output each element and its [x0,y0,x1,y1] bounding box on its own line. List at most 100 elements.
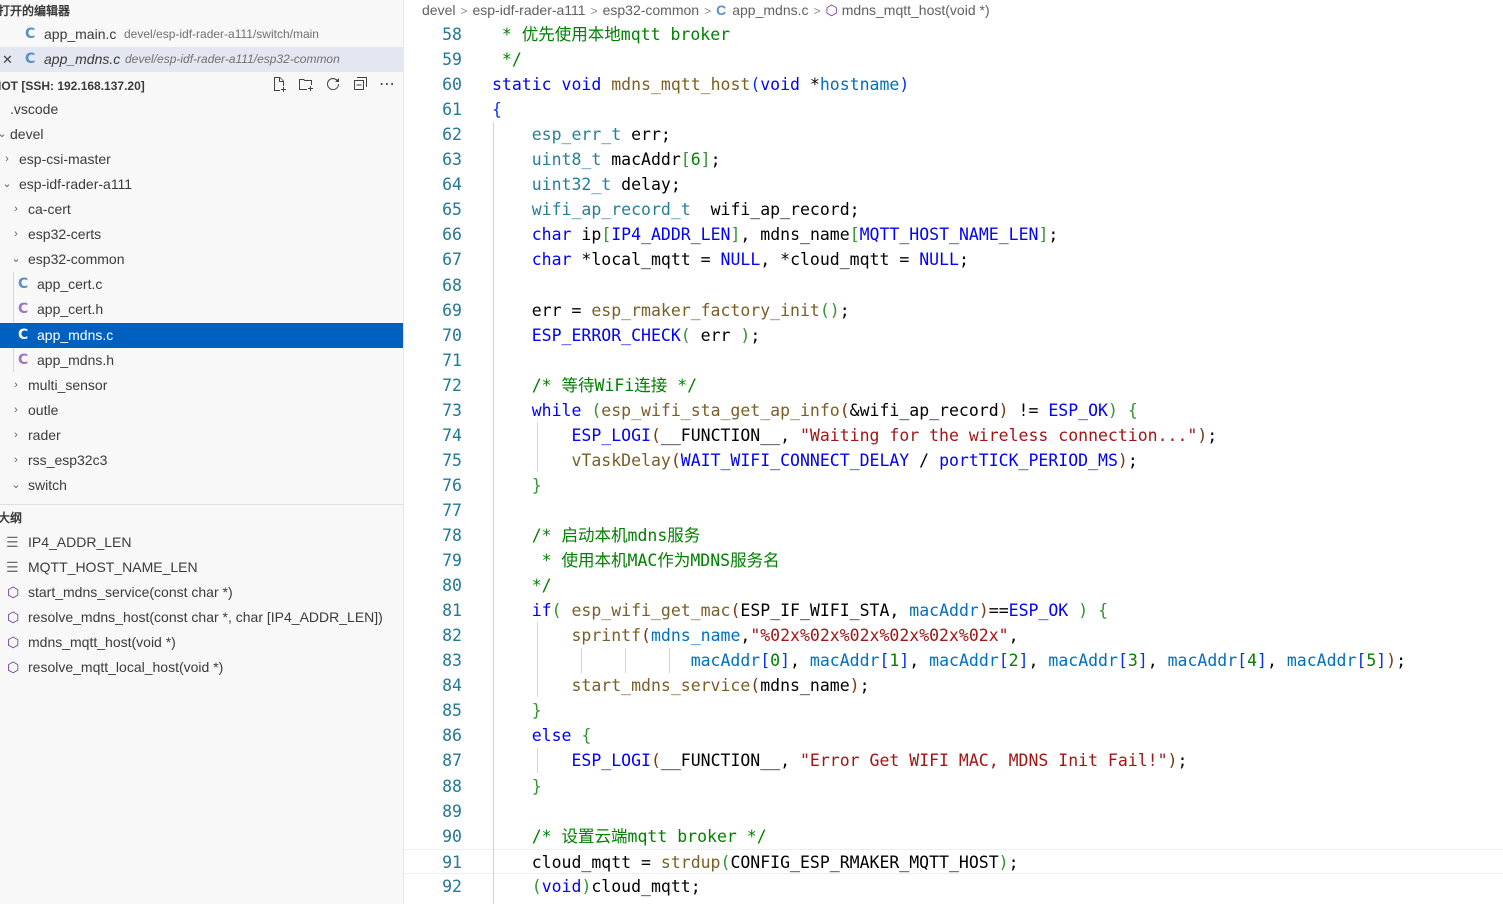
code-token: __FUNCTION__, [660,751,800,771]
tree-item-esp32-common[interactable]: ⌄ esp32-common [0,247,403,272]
code-line[interactable]: 80 */ [404,573,1503,598]
code-line[interactable]: 58 * 优先使用本地mqtt broker [404,22,1503,47]
code-line[interactable]: 86 else { [404,723,1503,748]
code-token: ] [730,225,741,245]
function-cube-icon: ⬡ [7,609,20,625]
new-file-icon[interactable] [270,76,288,94]
code-token: } [531,701,542,721]
code-line[interactable]: 60 static void mdns_mqtt_host(void *hostn… [404,72,1503,97]
code-line[interactable]: 62 esp_err_t err; [404,122,1503,147]
line-number: 88 [442,776,462,796]
tree-item-vscode[interactable]: .vscode [0,97,403,122]
code-token: != [1008,400,1049,420]
code-token: ] [700,150,711,170]
outline-item-resolve-mdns-host[interactable]: ⬡ resolve_mdns_host(const char *, char [… [0,605,403,630]
code-text: } [492,473,542,498]
more-actions-icon[interactable]: ⋯ [378,76,396,94]
c-file-icon: C [25,51,36,67]
breadcrumb-item-project[interactable]: esp-idf-rader-a111 [472,0,585,20]
code-line[interactable]: 71 [404,348,1503,373]
code-token: sprintf [571,626,642,646]
open-editor-item-app-main[interactable]: C app_main.c devel/esp-idf-rader-a111/sw… [0,22,403,47]
code-text: /* 设置云端mqtt broker */ [492,824,767,849]
breadcrumb-item-file[interactable]: app_mdns.c [732,0,808,20]
outline-item-mdns-mqtt-host[interactable]: ⬡ mdns_mqtt_host(void *) [0,630,403,655]
code-line[interactable]: 72 /* 等待WiFi连接 */ [404,373,1503,398]
code-editor[interactable]: devel > esp-idf-rader-a111 > esp32-common > Ca… [404,0,1503,904]
code-token: "Error Get WIFI MAC, MDNS Init Fail!" [799,751,1168,771]
code-line[interactable]: 78 /* 启动本机mdns服务 [404,523,1503,548]
code-line[interactable]: 75 vTaskDelay(WAIT_WIFI_CONNECT_DELAY / … [404,448,1503,473]
code-token: mdns_name [650,626,741,646]
code-line[interactable]: 73 while (esp_wifi_sta_get_ap_info(&wifi… [404,398,1503,423]
code-line[interactable]: 91 cloud_mqtt = strdup(CONFIG_ESP_RMAKER… [404,848,1503,874]
outline-item-mqtt-host-name-len[interactable]: ☰ MQTT_HOST_NAME_LEN [0,555,403,580]
breadcrumb-item-devel[interactable]: devel [422,0,455,20]
code-line[interactable]: 90 /* 设置云端mqtt broker */ [404,824,1503,849]
tree-item-rss-esp32c3[interactable]: › rss_esp32c3 [0,448,403,473]
tree-item-esp-csi-master[interactable]: › esp-csi-master [0,147,403,172]
code-token: ; [839,300,850,320]
code-token: 3 [1127,651,1138,671]
code-token: static [492,75,552,95]
line-number: 92 [442,876,462,896]
tree-item-app-cert-c[interactable]: C app_cert.c [0,272,403,297]
breadcrumb-item-symbol[interactable]: mdns_mqtt_host(void *) [842,0,990,20]
open-editor-item-app-mdns[interactable]: ✕ C app_mdns.c devel/esp-idf-rader-a111/… [0,47,403,72]
code-line[interactable]: 68 [404,273,1503,298]
code-line[interactable]: 83 macAddr[0], macAddr[1], macAddr[2], m… [404,648,1503,673]
tree-item-switch[interactable]: ⌄ switch [0,473,403,498]
code-line[interactable]: 88 } [404,774,1503,799]
close-icon[interactable]: ✕ [2,47,13,72]
refresh-icon[interactable] [324,76,342,94]
breadcrumb-item-folder[interactable]: esp32-common [603,0,700,20]
code-token: mdns_mqtt_host [611,75,751,95]
code-line[interactable]: 77 [404,498,1503,523]
outline-header[interactable]: 大纲 [0,507,403,529]
code-line[interactable]: 59 */ [404,47,1503,72]
outline-item-label: mdns_mqtt_host(void *) [28,634,176,650]
tree-item-app-mdns-c[interactable]: C app_mdns.c [0,323,403,348]
code-token: ESP_LOGI [571,751,651,771]
code-token: ESP_LOGI [571,425,651,445]
code-line[interactable]: 64 uint32_t delay; [404,172,1503,197]
tree-item-multi-sensor[interactable]: › multi_sensor [0,373,403,398]
tree-item-esp-idf-rader-a111[interactable]: ⌄ esp-idf-rader-a111 [0,172,403,197]
tree-item-ca-cert[interactable]: › ca-cert [0,197,403,222]
collapse-all-icon[interactable] [351,76,369,94]
code-line[interactable]: 87 ESP_LOGI(__FUNCTION__, "Error Get WIF… [404,748,1503,773]
code-line[interactable]: 76 } [404,473,1503,498]
tree-item-devel[interactable]: ⌄ devel [0,122,403,147]
code-line[interactable]: 67 char *local_mqtt = NULL, *cloud_mqtt … [404,247,1503,272]
code-line[interactable]: 63 uint8_t macAddr[6]; [404,147,1503,172]
code-line[interactable]: 69 err = esp_rmaker_factory_init(); [404,298,1503,323]
code-line[interactable]: 79 * 使用本机MAC作为MDNS服务名 [404,548,1503,573]
code-line[interactable]: 82 sprintf(mdns_name,"%02x%02x%02x%02x%0… [404,623,1503,648]
outline-item-ip4-addr-len[interactable]: ☰ IP4_ADDR_LEN [0,530,403,555]
breadcrumb-separator: > [590,4,598,18]
code-line[interactable]: 81 if( esp_wifi_get_mac(ESP_IF_WIFI_STA,… [404,598,1503,623]
explorer-header[interactable]: IOT [SSH: 192.168.137.20] [0,75,403,97]
code-text: */ [492,47,522,72]
code-line[interactable]: 89 [404,799,1503,824]
tree-item-rader[interactable]: › rader [0,423,403,448]
code-token: { [1098,601,1108,621]
tree-item-esp32-certs[interactable]: › esp32-certs [0,222,403,247]
code-line[interactable]: 70 ESP_ERROR_CHECK( err ); [404,323,1503,348]
new-folder-icon[interactable] [297,76,315,94]
outline-item-resolve-mqtt-local-host[interactable]: ⬡ resolve_mqtt_local_host(void *) [0,655,403,680]
code-token: ] [1038,225,1049,245]
tree-item-app-cert-h[interactable]: C app_cert.h [0,297,403,322]
code-line[interactable]: 84 start_mdns_service(mdns_name); [404,673,1503,698]
code-line[interactable]: 74 ESP_LOGI(__FUNCTION__, "Waiting for t… [404,423,1503,448]
open-editors-header[interactable]: 打开的编辑器 [0,0,403,22]
code-line[interactable]: 92 (void)cloud_mqtt; [404,874,1503,899]
code-line[interactable]: 61 { [404,97,1503,122]
code-line[interactable]: 66 char ip[IP4_ADDR_LEN], mdns_name[MQTT… [404,222,1503,247]
outline-item-start-mdns-service[interactable]: ⬡ start_mdns_service(const char *) [0,580,403,605]
code-line[interactable]: 85 } [404,698,1503,723]
code-line[interactable]: 65 wifi_ap_record_t wifi_ap_record; [404,197,1503,222]
line-number: 87 [442,751,462,771]
tree-item-app-mdns-h[interactable]: C app_mdns.h [0,348,403,373]
tree-item-outle[interactable]: › outle [0,398,403,423]
